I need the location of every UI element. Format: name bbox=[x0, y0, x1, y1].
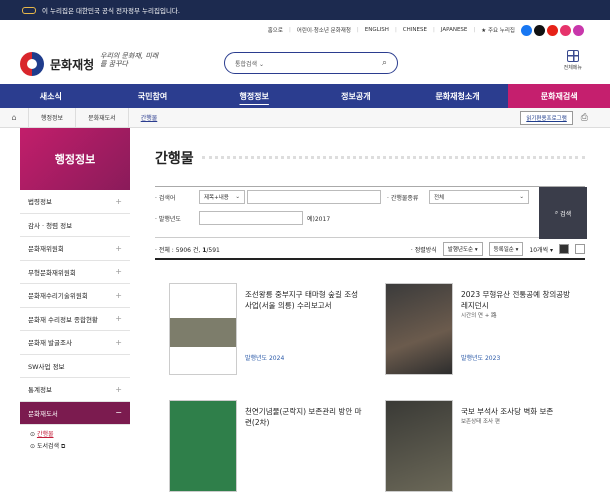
side-item-audit[interactable]: 감사 · 청렴 정보 bbox=[20, 214, 130, 237]
sort-label: · 정렬방식 bbox=[410, 246, 437, 254]
result-count: · 전체 : 5906 건, 1/591 bbox=[155, 246, 220, 254]
page-title: 간행물 bbox=[155, 151, 194, 167]
keyword-type-select[interactable]: 제목+내용 ⌄ bbox=[199, 190, 245, 204]
crumb-books[interactable]: 문화재도서 bbox=[75, 107, 128, 128]
search-form: · 검색어 제목+내용 ⌄ · 간행물종류 전체 ⌄ · 발행년도 예)2017 ⌕… bbox=[155, 186, 587, 239]
card-title[interactable]: 2023 무형유산 전통공예 창의공방 레지던시 시간의 연 + 路 bbox=[461, 289, 579, 321]
slogan: 우리의 문화재, 미래를 꿈꾸다 bbox=[100, 52, 159, 68]
blog-icon[interactable] bbox=[560, 24, 571, 36]
side-item-intangible[interactable]: 무형문화재위원회 + bbox=[20, 261, 130, 284]
keyword-label: · 검색어 bbox=[155, 195, 176, 202]
facebook-icon[interactable] bbox=[521, 24, 532, 36]
main-nav: 새소식 국민참여 행정정보 정보공개 문화재청소개 문화재검색 bbox=[0, 84, 610, 108]
book-cover[interactable] bbox=[169, 283, 237, 375]
flag-icon bbox=[22, 6, 36, 14]
nav-participation[interactable]: 국민참여 bbox=[102, 84, 204, 108]
side-item-committee[interactable]: 문화재위원회 + bbox=[20, 237, 130, 261]
book-cover[interactable] bbox=[169, 400, 237, 492]
card-year: 발행년도 2023 bbox=[461, 355, 501, 362]
chevron-down-icon: ⌄ bbox=[235, 194, 240, 200]
util-chinese[interactable]: CHINESE bbox=[403, 27, 427, 33]
util-home[interactable]: 홈으로 bbox=[268, 26, 283, 34]
list-view-icon[interactable] bbox=[575, 244, 585, 254]
crumb-admin[interactable]: 행정정보 bbox=[28, 107, 75, 128]
nav-admin-info[interactable]: 행정정보 bbox=[203, 84, 305, 108]
side-submenu: ⊙ 간행물 ⊙ 도서검색 ⧉ bbox=[20, 425, 130, 457]
util-major-sites[interactable]: ★ 주요 누리집 bbox=[481, 26, 515, 34]
util-kids[interactable]: 어린이·청소년 문화재청 bbox=[297, 26, 351, 34]
sitemap-button[interactable]: 전체메뉴 bbox=[564, 50, 582, 71]
nav-news[interactable]: 새소식 bbox=[0, 84, 102, 108]
publication-card[interactable]: 2023 무형유산 전통공예 창의공방 레지던시 시간의 연 + 路 발행년도 2… bbox=[371, 283, 581, 383]
youtube-icon[interactable] bbox=[547, 24, 558, 36]
content: 간행물 · 검색어 제목+내용 ⌄ · 간행물종류 전체 ⌄ · 발행년도 예)20… bbox=[155, 128, 587, 492]
card-title[interactable]: 조선왕릉 중부지구 태마형 숲길 조성사업(서울 의릉) 수리보고서 bbox=[245, 289, 363, 312]
utility-bar: 홈으로 | 어린이·청소년 문화재청 | ENGLISH | CHINESE | JAP… bbox=[0, 20, 610, 40]
side-item-stats[interactable]: 통계정보 + bbox=[20, 378, 130, 402]
perpage-select[interactable]: 10개씩 ▾ bbox=[529, 245, 553, 254]
sns-icons bbox=[521, 24, 584, 36]
search-icon[interactable]: ⌕ bbox=[382, 58, 387, 68]
side-nav: 행정정보 법령정보 + 감사 · 청렴 정보 문화재위원회 + 무형문화재위원회 + … bbox=[20, 128, 130, 460]
brand-name[interactable]: 문화재청 bbox=[50, 56, 94, 73]
card-title[interactable]: 천연기념물(군락지) 보존관리 방안 마련(2차) bbox=[245, 406, 363, 429]
page-title-row: 간행물 bbox=[155, 148, 585, 168]
publication-card[interactable]: 천연기념물(군락지) 보존관리 방안 마련(2차) bbox=[155, 400, 365, 500]
gov-banner: 이 누리집은 대한민국 공식 전자정부 누리집입니다. bbox=[0, 0, 610, 20]
nav-disclosure[interactable]: 정보공개 bbox=[305, 84, 407, 108]
year-label: · 발행년도 bbox=[155, 216, 181, 223]
header: 문화재청 우리의 문화재, 미래를 꿈꾸다 통합검색 ⌄ ⌕ 전체메뉴 bbox=[0, 40, 610, 84]
instagram-icon[interactable] bbox=[573, 24, 584, 36]
sub-book-search[interactable]: ⊙ 도서검색 ⧉ bbox=[30, 441, 120, 453]
crumb-publications[interactable]: 간행물 bbox=[127, 107, 170, 128]
side-item-books[interactable]: 문화재도서 − bbox=[20, 401, 130, 425]
util-japanese[interactable]: JAPANESE bbox=[441, 27, 468, 33]
search-input[interactable]: 통합검색 ⌄ ⌕ bbox=[224, 52, 398, 74]
book-cover[interactable] bbox=[385, 283, 453, 375]
publication-card[interactable]: 국보 부석사 조사당 벽화 보존 보존상태 조사 편 bbox=[371, 400, 581, 500]
nav-heritage-search[interactable]: 문화재검색 bbox=[508, 84, 610, 108]
year-input[interactable] bbox=[199, 211, 303, 225]
home-icon[interactable]: ⌂ bbox=[0, 113, 28, 122]
sub-publications[interactable]: ⊙ 간행물 bbox=[30, 429, 120, 441]
menu-grid-icon bbox=[566, 50, 579, 62]
book-cover[interactable] bbox=[385, 400, 453, 492]
type-select[interactable]: 전체 ⌄ bbox=[429, 190, 529, 204]
util-english[interactable]: ENGLISH bbox=[365, 27, 389, 33]
logo-icon[interactable] bbox=[20, 52, 44, 76]
side-item-repair-committee[interactable]: 문화재수리기술위원회 + bbox=[20, 284, 130, 308]
card-year: 발행년도 2024 bbox=[245, 355, 285, 362]
side-item-sw[interactable]: SW사업 정보 bbox=[20, 355, 130, 378]
gov-banner-text: 이 누리집은 대한민국 공식 전자정부 누리집입니다. bbox=[42, 7, 180, 15]
type-label: · 간행물종류 bbox=[387, 195, 419, 202]
sort-select-2[interactable]: 등록일순 ▾ bbox=[488, 242, 524, 256]
search-button[interactable]: ⌕ 검색 bbox=[539, 187, 587, 239]
keyword-input[interactable] bbox=[247, 190, 381, 204]
side-item-excavation[interactable]: 문화재 발굴조사 + bbox=[20, 331, 130, 355]
grid-view-icon[interactable] bbox=[559, 244, 569, 254]
x-icon[interactable] bbox=[534, 24, 545, 36]
side-nav-title: 행정정보 bbox=[20, 128, 130, 190]
card-title[interactable]: 국보 부석사 조사당 벽화 보존 보존상태 조사 편 bbox=[461, 406, 579, 427]
print-icon[interactable]: ⎙ bbox=[581, 113, 588, 123]
result-bar: · 전체 : 5906 건, 1/591 · 정렬방식 발행년도순 ▾ 등록일순… bbox=[155, 240, 585, 260]
reader-program-button[interactable]: 읽기편용프로그램 bbox=[520, 110, 573, 125]
side-item-repair-status[interactable]: 문화재 수리정보 종합현황 + bbox=[20, 308, 130, 331]
sort-select-1[interactable]: 발행년도순 ▾ bbox=[442, 242, 483, 256]
publication-card[interactable]: 조선왕릉 중부지구 태마형 숲길 조성사업(서울 의릉) 수리보고서 발행년도 … bbox=[155, 283, 365, 383]
nav-about[interactable]: 문화재청소개 bbox=[407, 84, 509, 108]
side-item-laws[interactable]: 법령정보 + bbox=[20, 190, 130, 214]
breadcrumb: ⌂ 행정정보 문화재도서 간행물 읽기편용프로그램 ⎙ bbox=[0, 107, 610, 128]
chevron-down-icon: ⌄ bbox=[519, 194, 524, 200]
year-example: 예)2017 bbox=[307, 216, 331, 223]
